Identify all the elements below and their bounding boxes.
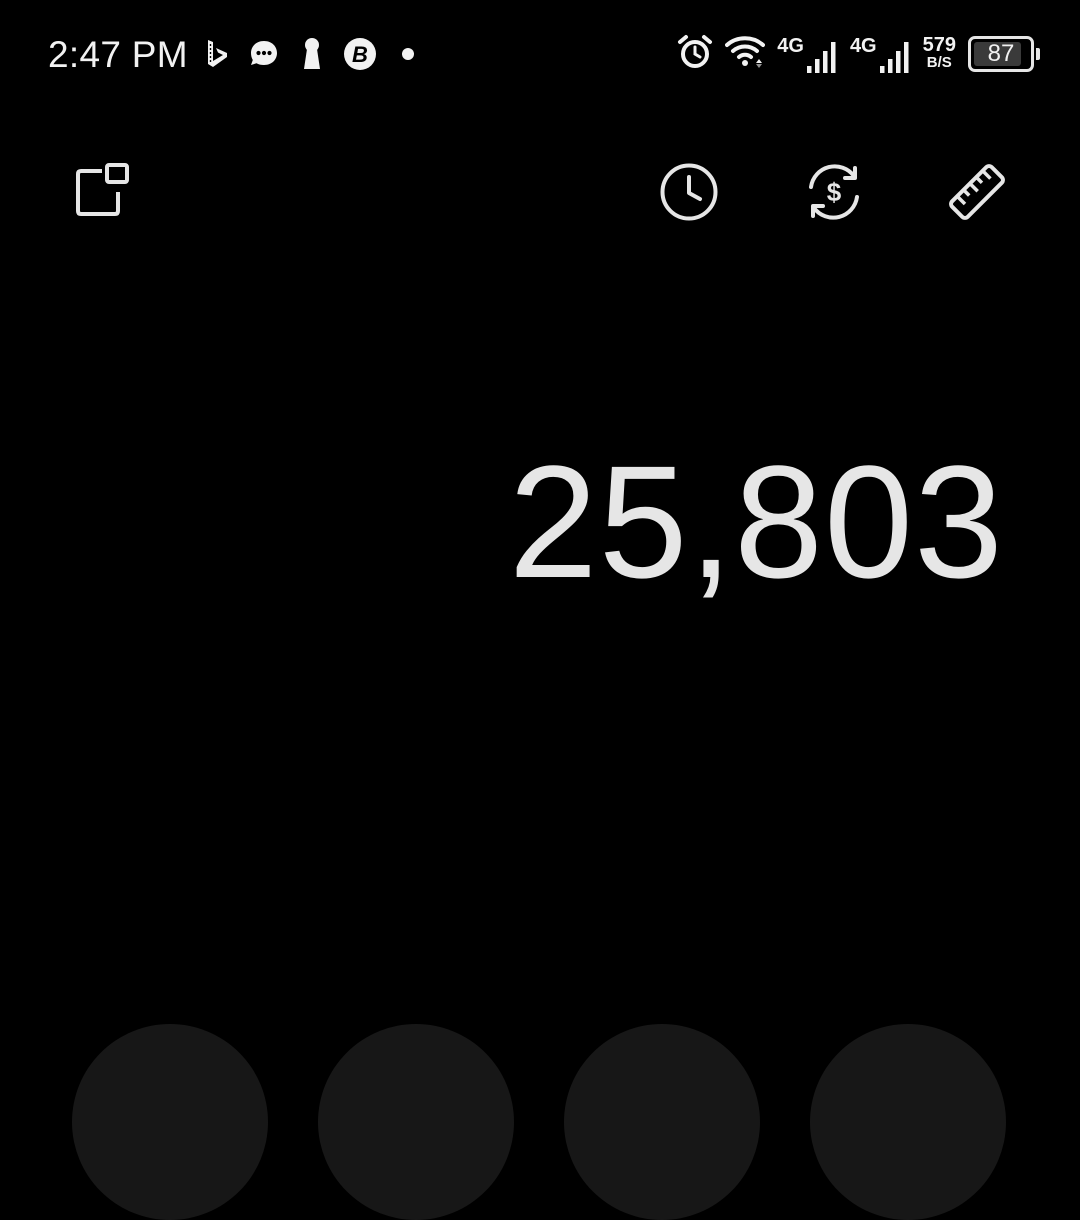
battery-tip: [1036, 48, 1040, 60]
unit-converter-icon: [949, 164, 1005, 220]
bing-icon: [196, 34, 236, 74]
svg-text:B: B: [352, 42, 368, 67]
mobile-network-2: 4G: [850, 34, 911, 74]
calculator-display: 25,803: [508, 432, 1004, 611]
unit-converter-button[interactable]: [941, 156, 1013, 228]
signal-bars-icon: [806, 42, 836, 73]
svg-text:$: $: [827, 177, 842, 207]
wifi-icon: [725, 35, 766, 74]
currency-converter-button[interactable]: $: [798, 156, 870, 228]
status-bar: 2:47 PM B 4G 4G 579 B/S 87: [0, 0, 1080, 108]
network-speed: 579 B/S: [922, 34, 956, 72]
floating-window-icon: [76, 163, 129, 216]
keyhole-icon: [292, 34, 332, 74]
alarm-icon: [677, 34, 713, 75]
history-button[interactable]: [653, 156, 725, 228]
system-icons: 4G 4G 579 B/S 87: [665, 30, 1040, 78]
keypad-button[interactable]: [318, 1024, 514, 1220]
keypad-button[interactable]: [564, 1024, 760, 1220]
history-icon: [660, 163, 718, 221]
network-speed-value: 579: [922, 34, 956, 56]
dot-icon: [388, 34, 428, 74]
mobile-network-1: 4G: [777, 34, 838, 74]
floating-window-button[interactable]: [64, 156, 136, 228]
keypad-button[interactable]: [810, 1024, 1006, 1220]
keypad-button[interactable]: [72, 1024, 268, 1220]
network-type-label: 4G: [777, 35, 804, 57]
notification-icons: B: [196, 33, 436, 75]
network-speed-unit: B/S: [926, 54, 952, 71]
battery-indicator: 87: [968, 36, 1040, 72]
chat-bubble-icon: [244, 34, 284, 74]
currency-converter-icon: $: [809, 164, 859, 220]
battery-percent: 87: [987, 40, 1015, 67]
b-circle-icon: B: [340, 34, 380, 74]
signal-bars-icon: [879, 42, 909, 73]
status-time: 2:47 PM: [48, 34, 188, 75]
network-type-label: 4G: [849, 35, 877, 57]
